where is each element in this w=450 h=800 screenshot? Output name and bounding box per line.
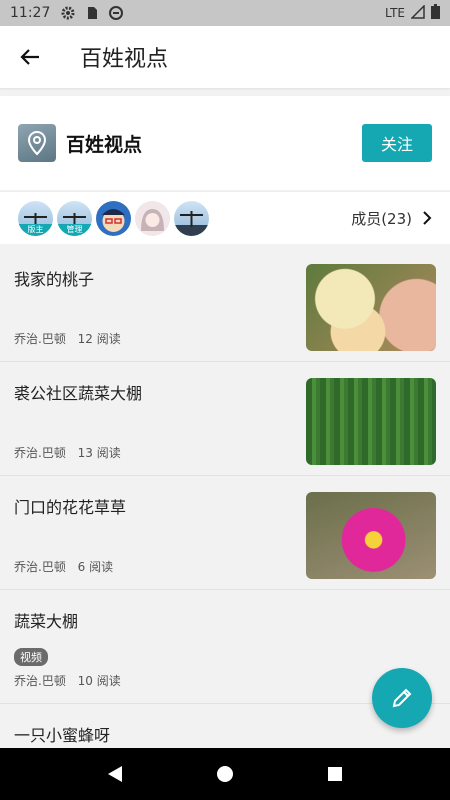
post-item[interactable]: 我家的桃子 乔治.巴顿 12 阅读 bbox=[0, 248, 450, 362]
nav-recents-button[interactable] bbox=[315, 754, 355, 794]
post-reads: 6 阅读 bbox=[77, 560, 114, 574]
post-title: 门口的花花草草 bbox=[14, 498, 127, 517]
nav-home-button[interactable] bbox=[205, 754, 245, 794]
battery-icon bbox=[431, 4, 440, 22]
post-meta: 乔治.巴顿 13 阅读 bbox=[14, 444, 121, 461]
avatar[interactable] bbox=[174, 200, 209, 236]
compose-button[interactable] bbox=[372, 668, 432, 728]
role-badge: 管理 bbox=[57, 223, 92, 236]
post-title: 蔬菜大棚 bbox=[14, 612, 79, 631]
post-author: 乔治.巴顿 bbox=[14, 446, 66, 460]
page-title: 百姓视点 bbox=[80, 47, 169, 72]
sd-card-icon bbox=[84, 5, 100, 21]
settings-icon bbox=[60, 5, 76, 21]
pencil-icon bbox=[392, 688, 412, 708]
members-count: 成员(23) bbox=[351, 209, 412, 228]
avatar[interactable] bbox=[96, 200, 131, 236]
post-reads: 10 阅读 bbox=[77, 674, 121, 688]
follow-button[interactable]: 关注 bbox=[362, 124, 432, 162]
back-button[interactable] bbox=[0, 26, 60, 88]
post-author: 乔治.巴顿 bbox=[14, 674, 66, 688]
post-meta: 乔治.巴顿 6 阅读 bbox=[14, 558, 113, 575]
post-meta: 乔治.巴顿 12 阅读 bbox=[14, 330, 121, 347]
post-thumbnail[interactable] bbox=[306, 492, 436, 579]
app-bar: 百姓视点 bbox=[0, 26, 450, 88]
post-title: 一只小蜜蜂呀 bbox=[14, 726, 111, 745]
post-reads: 12 阅读 bbox=[77, 332, 121, 346]
members-row[interactable]: 版主 管理 成员(23) bbox=[0, 191, 450, 244]
post-thumbnail[interactable] bbox=[306, 378, 436, 465]
chevron-right-icon bbox=[423, 211, 432, 225]
post-title: 我家的桃子 bbox=[14, 270, 95, 289]
post-item[interactable]: 门口的花花草草 乔治.巴顿 6 阅读 bbox=[0, 476, 450, 590]
nav-back-button[interactable] bbox=[95, 754, 135, 794]
video-tag: 视频 bbox=[14, 648, 48, 666]
location-pin-icon bbox=[27, 130, 47, 156]
group-logo bbox=[18, 124, 56, 162]
group-header: 百姓视点 关注 bbox=[0, 96, 450, 190]
circle-home-icon bbox=[217, 766, 233, 782]
post-item[interactable]: 裘公社区蔬菜大棚 乔治.巴顿 13 阅读 bbox=[0, 362, 450, 476]
status-bar: 11:27 LTE bbox=[0, 0, 450, 26]
post-reads: 13 阅读 bbox=[77, 446, 121, 460]
member-avatars: 版主 管理 bbox=[18, 200, 209, 236]
system-nav-bar bbox=[0, 748, 450, 800]
signal-icon bbox=[410, 3, 425, 22]
status-time: 11:27 bbox=[10, 5, 51, 21]
role-badge: 版主 bbox=[18, 223, 53, 236]
network-type: LTE bbox=[385, 6, 405, 20]
post-author: 乔治.巴顿 bbox=[14, 332, 66, 346]
triangle-back-icon bbox=[108, 766, 122, 782]
post-title: 裘公社区蔬菜大棚 bbox=[14, 384, 143, 403]
post-meta: 乔治.巴顿 10 阅读 bbox=[14, 672, 121, 689]
post-thumbnail[interactable] bbox=[306, 264, 436, 351]
arrow-left-icon bbox=[20, 49, 39, 65]
avatar[interactable] bbox=[135, 200, 170, 236]
post-author: 乔治.巴顿 bbox=[14, 560, 66, 574]
data-saver-icon bbox=[108, 5, 124, 21]
members-count-link[interactable]: 成员(23) bbox=[351, 208, 432, 229]
avatar[interactable]: 管理 bbox=[57, 200, 92, 236]
square-recents-icon bbox=[328, 767, 342, 781]
group-name: 百姓视点 bbox=[66, 133, 143, 156]
avatar[interactable]: 版主 bbox=[18, 200, 53, 236]
